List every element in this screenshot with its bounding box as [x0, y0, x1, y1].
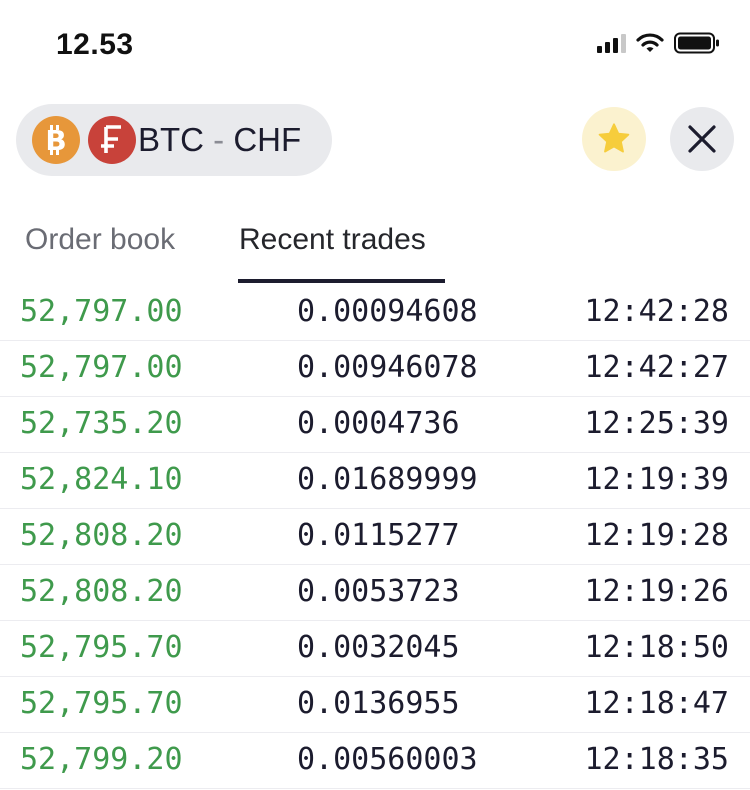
close-button[interactable] — [670, 107, 734, 171]
trade-amount: 0.01689999 — [297, 462, 478, 497]
swiss-franc-icon — [88, 116, 136, 164]
trade-price: 52,797.00 — [20, 294, 183, 329]
trade-time: 12:19:26 — [584, 574, 730, 609]
trade-row: 52,808.20 0.0053723 12:19:26 — [0, 565, 750, 621]
trade-row: 52,824.10 0.01689999 12:19:39 — [0, 453, 750, 509]
trade-price: 52,795.70 — [20, 630, 183, 665]
trade-price: 52,808.20 — [20, 574, 183, 609]
quote-currency: CHF — [233, 121, 302, 158]
trade-row: 52,808.20 0.0115277 12:19:28 — [0, 509, 750, 565]
tab-recent-trades[interactable]: Recent trades — [239, 223, 426, 257]
battery-icon — [674, 32, 719, 54]
status-time: 12.53 — [56, 28, 134, 61]
status-bar: 12.53 — [0, 0, 750, 90]
trade-time: 12:18:47 — [584, 686, 730, 721]
currency-pair-label: BTC - CHF — [138, 121, 301, 159]
base-currency: BTC — [138, 121, 204, 158]
trade-amount: 0.0004736 — [297, 406, 460, 441]
active-tab-indicator — [238, 279, 445, 283]
trade-price: 52,735.20 — [20, 406, 183, 441]
trade-amount: 0.0136955 — [297, 686, 460, 721]
trade-row: 52,799.20 0.00560003 12:18:35 — [0, 733, 750, 789]
pair-separator: - — [213, 121, 225, 158]
trade-row: 52,795.70 0.0032045 12:18:50 — [0, 621, 750, 677]
trade-row: 52,795.70 0.0136955 12:18:47 — [0, 677, 750, 733]
trade-amount: 0.00946078 — [297, 350, 478, 385]
star-icon — [598, 123, 630, 153]
trade-time: 12:42:28 — [584, 294, 730, 329]
trade-time: 12:18:35 — [584, 742, 730, 777]
trade-row: 52,735.20 0.0004736 12:25:39 — [0, 397, 750, 453]
tab-bar: Order book Recent trades — [0, 205, 750, 285]
status-icons — [597, 32, 720, 54]
trade-price: 52,808.20 — [20, 518, 183, 553]
trade-price: 52,797.00 — [20, 350, 183, 385]
cellular-signal-icon — [597, 33, 626, 53]
trade-price: 52,824.10 — [20, 462, 183, 497]
wifi-icon — [636, 33, 664, 52]
recent-trades-list[interactable]: 52,797.00 0.00094608 12:42:28 52,797.00 … — [0, 285, 750, 789]
trade-amount: 0.0053723 — [297, 574, 460, 609]
trade-amount: 0.00094608 — [297, 294, 478, 329]
trade-time: 12:25:39 — [584, 406, 730, 441]
trade-time: 12:42:27 — [584, 350, 730, 385]
tab-order-book[interactable]: Order book — [25, 223, 175, 257]
close-icon — [688, 125, 716, 153]
trade-price: 52,799.20 — [20, 742, 183, 777]
trade-amount: 0.0115277 — [297, 518, 460, 553]
trade-time: 12:18:50 — [584, 630, 730, 665]
trade-row: 52,797.00 0.00094608 12:42:28 — [0, 285, 750, 341]
bitcoin-icon: B — [32, 116, 80, 164]
trade-amount: 0.0032045 — [297, 630, 460, 665]
trade-row: 52,797.00 0.00946078 12:42:27 — [0, 341, 750, 397]
currency-pair-selector[interactable]: B BTC - CHF — [16, 104, 332, 176]
trade-amount: 0.00560003 — [297, 742, 478, 777]
trade-price: 52,795.70 — [20, 686, 183, 721]
favorite-button[interactable] — [582, 107, 646, 171]
trade-time: 12:19:28 — [584, 518, 730, 553]
trade-time: 12:19:39 — [584, 462, 730, 497]
